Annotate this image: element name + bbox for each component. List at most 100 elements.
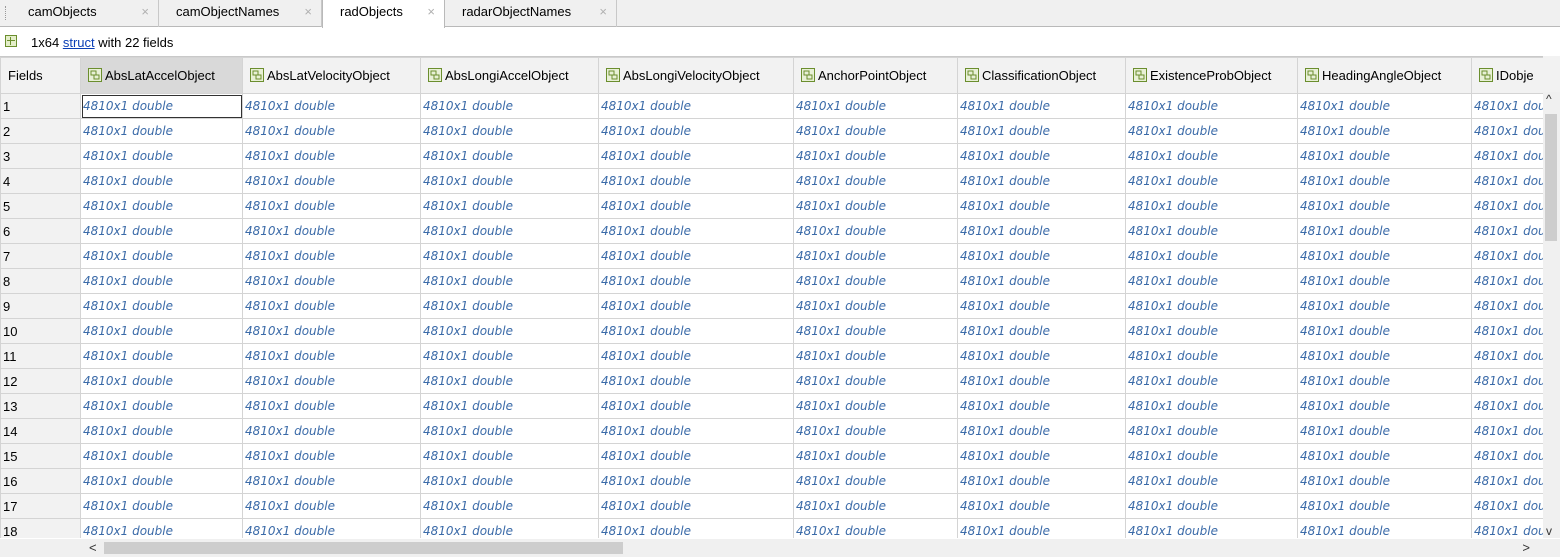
row-number[interactable]: 2 [0, 118, 81, 144]
table-cell[interactable]: 4810x1 double [957, 443, 1126, 469]
table-cell[interactable]: 4810x1 double [793, 93, 958, 119]
table-cell[interactable]: 4810x1 double [1297, 318, 1472, 344]
table-cell[interactable]: 4810x1 double [1125, 343, 1298, 369]
table-cell[interactable]: 4810x1 double [420, 93, 599, 119]
row-number[interactable]: 15 [0, 443, 81, 469]
table-cell[interactable]: 4810x1 double [242, 443, 421, 469]
table-cell[interactable]: 4810x1 double [957, 518, 1126, 538]
table-cell[interactable]: 4810x1 double [420, 243, 599, 269]
row-number[interactable]: 7 [0, 243, 81, 269]
table-cell[interactable]: 4810x1 double [1125, 243, 1298, 269]
table-cell[interactable]: 4810x1 double [420, 118, 599, 144]
row-number[interactable]: 9 [0, 293, 81, 319]
table-cell[interactable]: 4810x1 double [957, 218, 1126, 244]
table-cell[interactable]: 4810x1 double [1125, 193, 1298, 219]
table-cell[interactable]: 4810x1 double [793, 443, 958, 469]
row-number[interactable]: 14 [0, 418, 81, 444]
table-cell[interactable]: 4810x1 double [1125, 93, 1298, 119]
table-cell[interactable]: 4810x1 double [242, 393, 421, 419]
table-cell[interactable]: 4810x1 double [420, 493, 599, 519]
table-cell[interactable]: 4810x1 double [80, 193, 243, 219]
row-number[interactable]: 12 [0, 368, 81, 394]
table-cell[interactable]: 4810x1 double [598, 93, 794, 119]
table-cell[interactable]: 4810x1 double [1297, 368, 1472, 394]
scroll-left-icon[interactable]: < [89, 540, 97, 555]
column-header[interactable]: HeadingAngleObject [1297, 57, 1472, 94]
table-cell[interactable]: 4810x1 double [1297, 293, 1472, 319]
tab-camObjectNames[interactable]: camObjectNames × [159, 0, 322, 27]
table-cell[interactable]: 4810x1 double [793, 218, 958, 244]
table-cell[interactable]: 4810x1 double [793, 118, 958, 144]
tab-radarObjectNames[interactable]: radarObjectNames × [445, 0, 617, 27]
row-number[interactable]: 17 [0, 493, 81, 519]
table-cell[interactable]: 4810x1 double [1297, 118, 1472, 144]
table-cell[interactable]: 4810x1 double [793, 393, 958, 419]
table-cell[interactable]: 4810x1 double [80, 118, 243, 144]
table-cell[interactable]: 4810x1 double [957, 493, 1126, 519]
table-cell[interactable]: 4810x1 double [598, 368, 794, 394]
table-cell[interactable]: 4810x1 double [598, 318, 794, 344]
scroll-up-icon[interactable]: ^ [1546, 92, 1552, 106]
close-icon[interactable]: × [141, 4, 149, 19]
table-cell[interactable]: 4810x1 double [793, 318, 958, 344]
table-cell[interactable]: 4810x1 double [242, 93, 421, 119]
table-cell[interactable]: 4810x1 double [1125, 293, 1298, 319]
table-cell[interactable]: 4810x1 double [420, 443, 599, 469]
table-cell[interactable]: 4810x1 double [598, 293, 794, 319]
table-cell[interactable]: 4810x1 double [420, 168, 599, 194]
horizontal-scrollbar[interactable]: < > [80, 539, 1543, 557]
table-cell[interactable]: 4810x1 double [420, 343, 599, 369]
row-number[interactable]: 1 [0, 93, 81, 119]
table-cell[interactable]: 4810x1 double [598, 393, 794, 419]
table-cell[interactable]: 4810x1 double [80, 218, 243, 244]
table-cell[interactable]: 4810x1 double [598, 343, 794, 369]
table-cell[interactable]: 4810x1 double [420, 318, 599, 344]
table-cell[interactable]: 4810x1 double [957, 343, 1126, 369]
table-cell[interactable]: 4810x1 double [1297, 93, 1472, 119]
table-cell[interactable]: 4810x1 double [957, 243, 1126, 269]
table-cell[interactable]: 4810x1 double [598, 118, 794, 144]
table-cell[interactable]: 4810x1 double [1125, 518, 1298, 538]
table-cell[interactable]: 4810x1 double [80, 318, 243, 344]
table-cell[interactable]: 4810x1 double [793, 468, 958, 494]
table-cell[interactable]: 4810x1 double [242, 243, 421, 269]
tab-bar-grip[interactable] [5, 6, 8, 20]
table-cell[interactable]: 4810x1 double [1297, 493, 1472, 519]
row-number[interactable]: 3 [0, 143, 81, 169]
table-cell[interactable]: 4810x1 double [420, 293, 599, 319]
row-number[interactable]: 4 [0, 168, 81, 194]
table-cell[interactable]: 4810x1 double [242, 518, 421, 538]
table-cell[interactable]: 4810x1 double [793, 168, 958, 194]
table-cell[interactable]: 4810x1 double [1125, 468, 1298, 494]
table-cell[interactable]: 4810x1 double [242, 268, 421, 294]
table-cell[interactable]: 4810x1 double [957, 393, 1126, 419]
table-cell[interactable]: 4810x1 double [598, 143, 794, 169]
table-cell[interactable]: 4810x1 double [242, 118, 421, 144]
table-cell[interactable]: 4810x1 double [793, 493, 958, 519]
table-cell[interactable]: 4810x1 double [598, 493, 794, 519]
table-cell[interactable]: 4810x1 double [1297, 443, 1472, 469]
vertical-scroll-thumb[interactable] [1545, 114, 1557, 241]
table-cell[interactable]: 4810x1 double [420, 193, 599, 219]
table-cell[interactable]: 4810x1 double [957, 193, 1126, 219]
close-icon[interactable]: × [599, 4, 607, 19]
table-cell[interactable]: 4810x1 double [1297, 218, 1472, 244]
table-cell[interactable]: 4810x1 double [957, 168, 1126, 194]
table-cell[interactable]: 4810x1 double [598, 218, 794, 244]
table-cell[interactable]: 4810x1 double [957, 318, 1126, 344]
table-cell[interactable]: 4810x1 double [1125, 393, 1298, 419]
table-cell[interactable]: 4810x1 double [80, 93, 243, 119]
row-number[interactable]: 6 [0, 218, 81, 244]
table-cell[interactable]: 4810x1 double [1297, 268, 1472, 294]
table-cell[interactable]: 4810x1 double [1125, 493, 1298, 519]
table-cell[interactable]: 4810x1 double [420, 143, 599, 169]
table-cell[interactable]: 4810x1 double [242, 193, 421, 219]
table-cell[interactable]: 4810x1 double [80, 418, 243, 444]
table-cell[interactable]: 4810x1 double [1125, 443, 1298, 469]
table-cell[interactable]: 4810x1 double [957, 468, 1126, 494]
scroll-right-icon[interactable]: > [1522, 540, 1530, 555]
table-cell[interactable]: 4810x1 double [793, 343, 958, 369]
table-cell[interactable]: 4810x1 double [1125, 368, 1298, 394]
table-cell[interactable]: 4810x1 double [793, 418, 958, 444]
table-cell[interactable]: 4810x1 double [598, 193, 794, 219]
